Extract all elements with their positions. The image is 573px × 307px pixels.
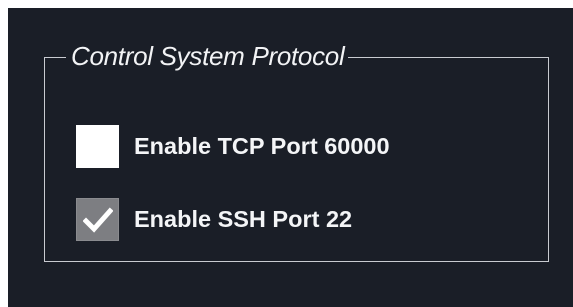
settings-panel: Control System Protocol Enable TCP Port … (8, 8, 573, 307)
ssh-port-option[interactable]: Enable SSH Port 22 (76, 198, 352, 241)
tcp-port-checkbox[interactable] (76, 125, 119, 168)
control-system-protocol-group: Control System Protocol Enable TCP Port … (44, 36, 549, 262)
checkmark-icon (82, 206, 113, 233)
group-title: Control System Protocol (66, 36, 349, 76)
ssh-port-label[interactable]: Enable SSH Port 22 (134, 206, 352, 233)
ssh-port-checkbox[interactable] (76, 198, 119, 241)
tcp-port-option[interactable]: Enable TCP Port 60000 (76, 125, 390, 168)
tcp-port-label[interactable]: Enable TCP Port 60000 (134, 133, 390, 160)
